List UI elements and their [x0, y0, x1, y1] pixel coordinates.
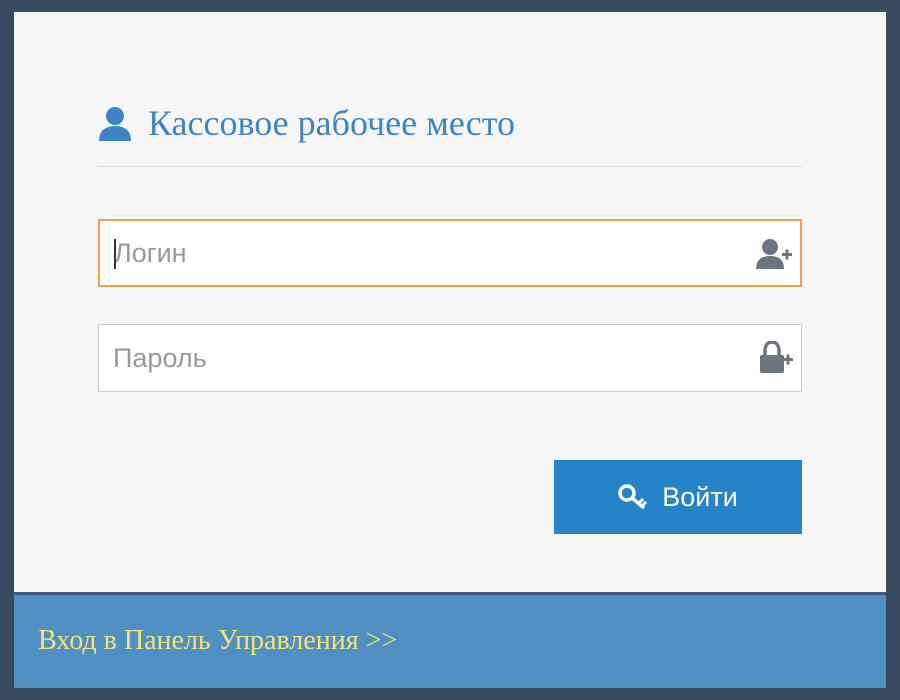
password-field[interactable] [98, 324, 802, 392]
panel-footer: Вход в Панель Управления >> [14, 592, 886, 688]
user-icon [99, 107, 131, 141]
login-input[interactable] [100, 221, 720, 285]
password-input[interactable] [99, 325, 719, 391]
login-button[interactable]: Войти [554, 460, 802, 534]
control-panel-link[interactable]: Вход в Панель Управления >> [38, 625, 397, 657]
text-caret [114, 239, 116, 269]
login-panel: Кассовое рабочее место Войти Вход в [14, 12, 886, 688]
lock-icon [760, 341, 793, 373]
panel-header: Кассовое рабочее место [98, 100, 802, 167]
page-title: Кассовое рабочее место [148, 103, 515, 143]
key-icon [618, 484, 648, 510]
login-field[interactable] [98, 219, 802, 287]
login-button-label: Войти [662, 481, 738, 512]
user-add-icon [756, 239, 792, 269]
